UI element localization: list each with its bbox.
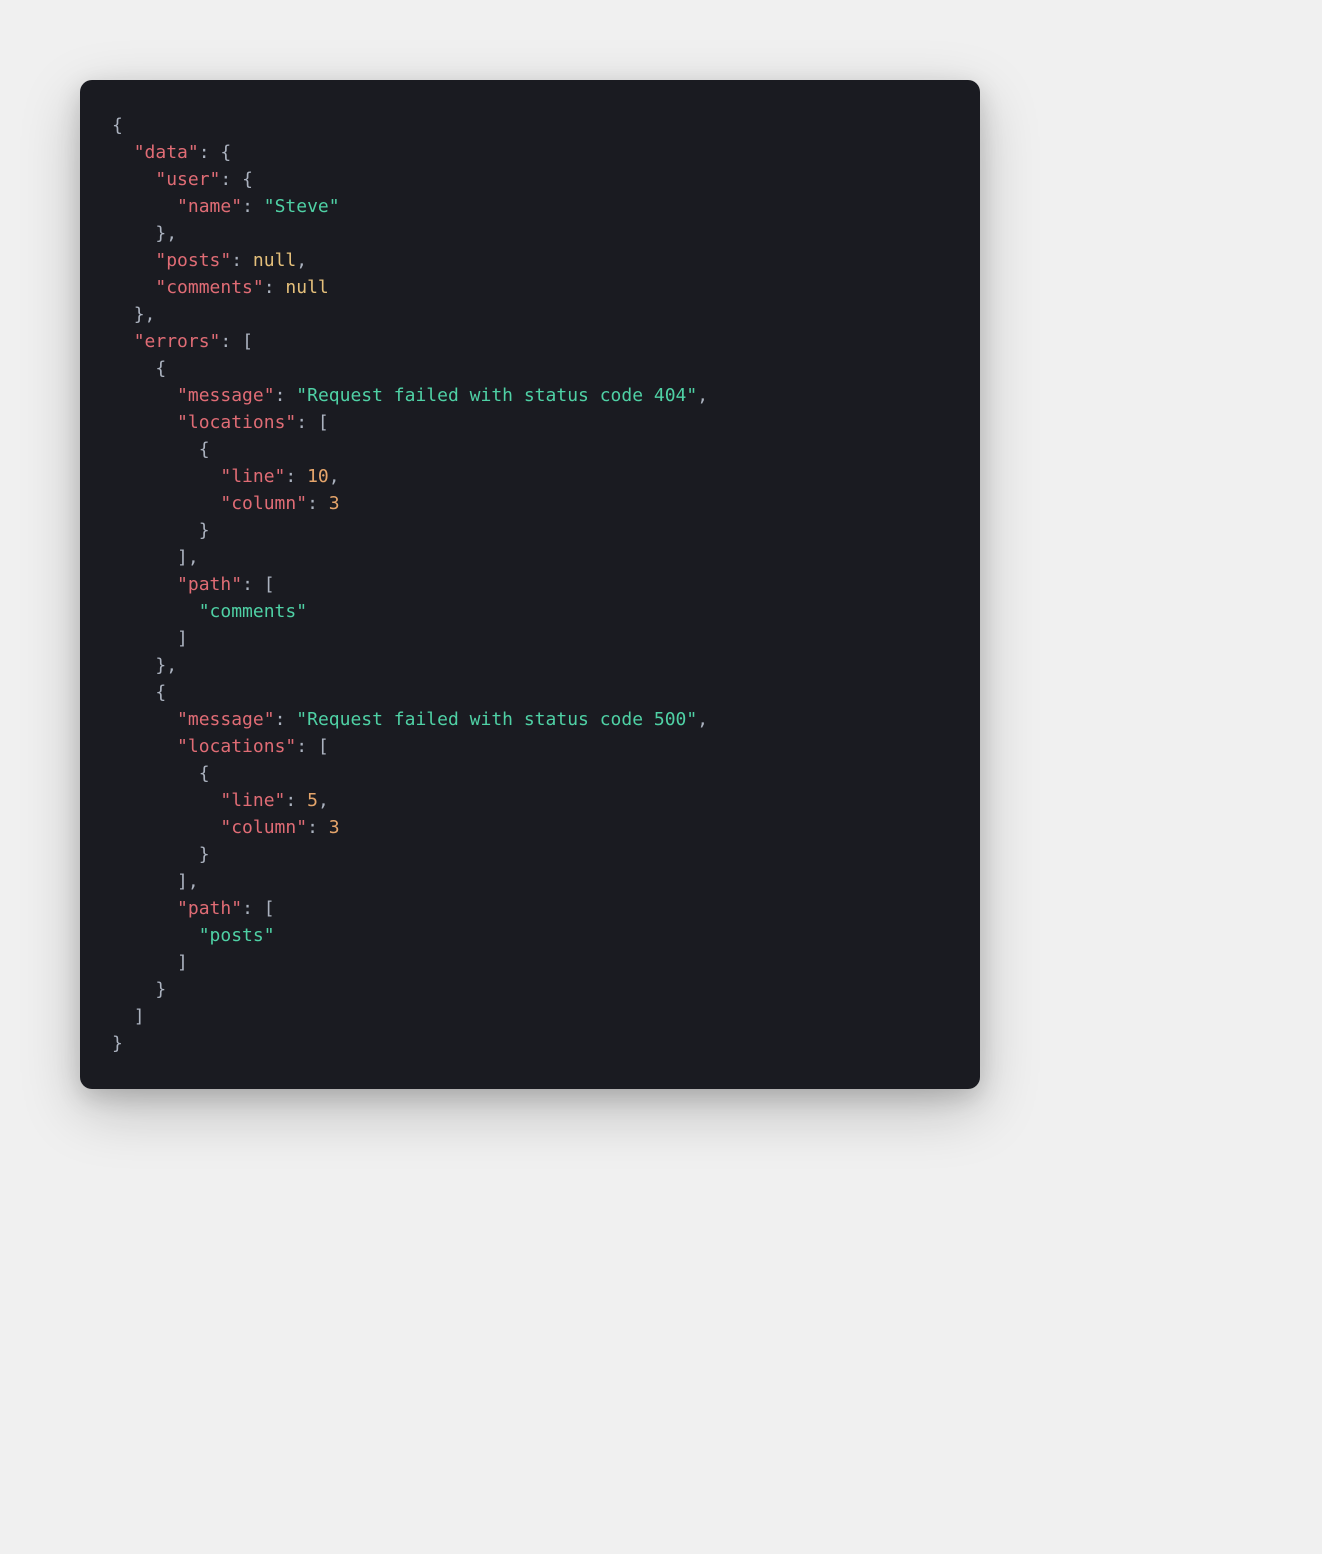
json-code[interactable]: { "data": { "user": { "name": "Steve" },… bbox=[112, 112, 948, 1057]
code-block: { "data": { "user": { "name": "Steve" },… bbox=[80, 80, 980, 1089]
